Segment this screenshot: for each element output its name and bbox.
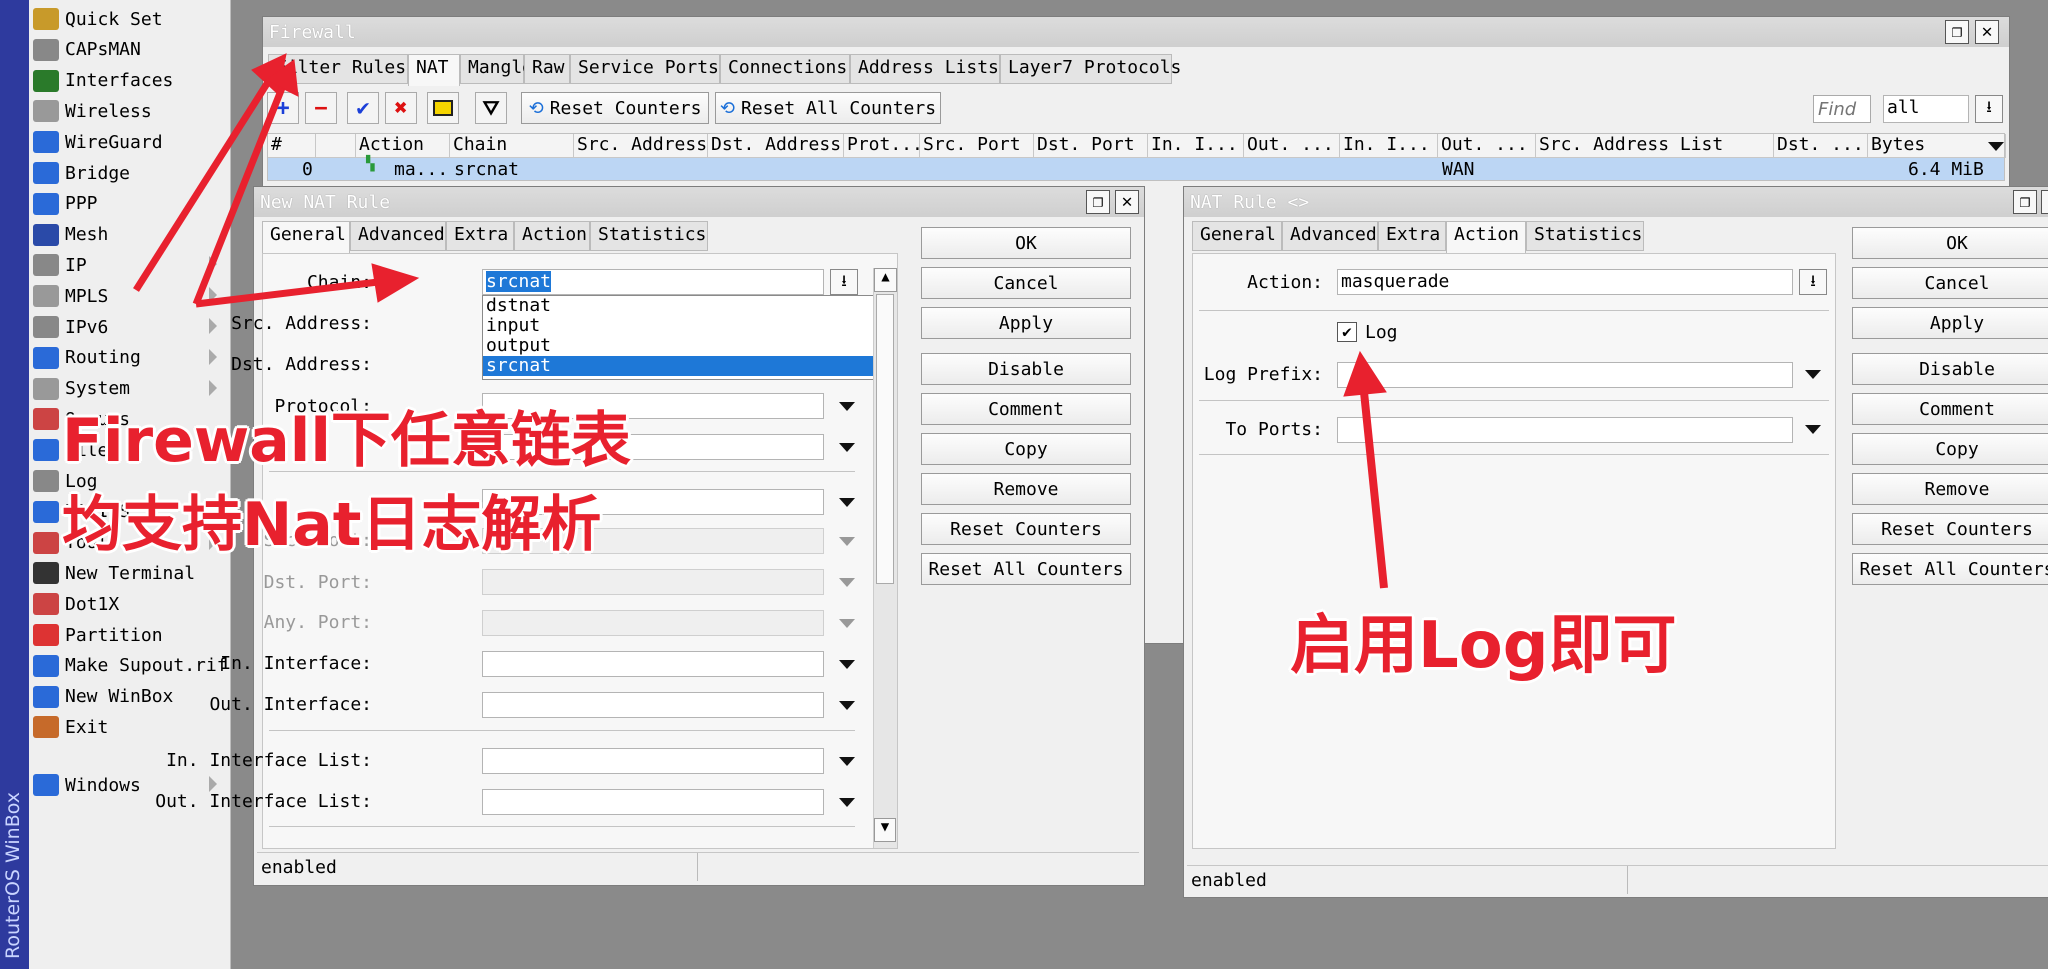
annotation-left-line2: 均支持Nat日志解析	[62, 490, 602, 560]
annotation-arrow-to-firewall	[133, 53, 287, 292]
annotation-arrow-to-nat-tab	[192, 59, 299, 306]
annotation-arrow-to-chain	[195, 263, 420, 308]
annotation-right: 启用Log即可	[1290, 609, 1677, 683]
annotation-arrow-to-log	[1343, 350, 1388, 589]
annotation-left-line1: Firewall下任意链表	[62, 406, 631, 476]
